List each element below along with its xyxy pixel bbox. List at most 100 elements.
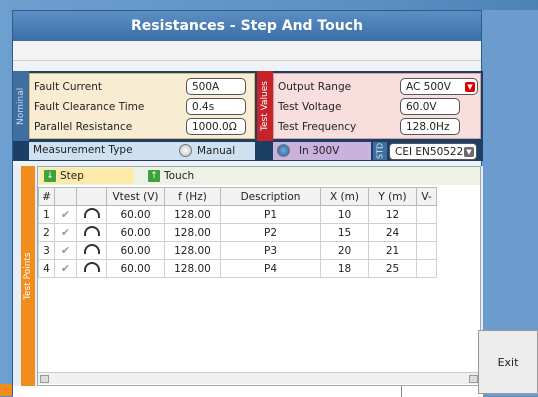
test-values-panel: Output Range AC 500V ▼ Test Voltage 60.0… [273,73,481,139]
measurement-type-label: Measurement Type [33,144,133,156]
cell-description: P2 [220,223,321,242]
scroll-left-icon[interactable] [40,375,49,383]
col-header-index[interactable]: # [38,187,55,206]
gauge-icon[interactable] [76,205,107,224]
gauge-icon[interactable] [76,241,107,260]
fault-clearance-time-field[interactable]: 0.4s [186,98,246,115]
status-strip [13,386,483,397]
output-range-label: Output Range [278,81,352,93]
table-row[interactable]: 3 ✔ 60.00 128.00 P3 20 21 [38,241,437,260]
cell-x: 20 [320,241,369,260]
cell-y: 21 [368,241,417,260]
cell-x: 15 [320,223,369,242]
table-row[interactable]: 2 ✔ 60.00 128.00 P2 15 24 [38,223,437,242]
test-points-table: # Vtest (V) f (Hz) Description X (m) Y (… [38,187,437,278]
test-frequency-field[interactable]: 128.0Hz [400,118,460,135]
gauge-icon[interactable] [76,259,107,278]
chevron-down-icon: ▼ [464,147,474,157]
cell-vtest: 60.00 [106,223,165,242]
nominal-panel: Fault Current 500A Fault Clearance Time … [29,73,255,139]
in300-radio-label: In 300V [299,145,340,157]
tab-step[interactable]: ↓ Step [40,168,134,184]
col-header-vtest[interactable]: Vtest (V) [106,187,165,206]
col-header-check[interactable] [54,187,77,206]
chevron-down-icon: ▼ [465,82,475,92]
settings-section: Nominal Fault Current 500A Fault Clearan… [13,71,483,161]
standard-value: CEI EN50522 [395,145,464,158]
cell-index: 2 [38,223,55,242]
toolbar-strip [13,41,481,61]
test-voltage-field[interactable]: 60.0V [400,98,460,115]
orange-corner-marker [0,384,12,396]
in300-option[interactable]: In 300V [273,142,371,160]
parallel-resistance-field[interactable]: 1000.0Ω [186,118,246,135]
test-points-section-label: Test Points [21,166,35,386]
test-voltage-label: Test Voltage [278,101,342,113]
output-range-value: AC 500V [406,80,451,93]
col-header-y[interactable]: Y (m) [368,187,417,206]
col-header-description[interactable]: Description [220,187,321,206]
check-icon[interactable]: ✔ [54,205,77,224]
nominal-section-label: Nominal [13,71,29,141]
cell-index: 4 [38,259,55,278]
check-icon[interactable]: ✔ [54,259,77,278]
cell-v [416,223,437,242]
fault-clearance-time-label: Fault Clearance Time [34,101,145,113]
main-window: Resistances - Step And Touch Nominal Fau… [12,10,483,397]
col-header-x[interactable]: X (m) [320,187,369,206]
cell-y: 12 [368,205,417,224]
cell-description: P4 [220,259,321,278]
col-header-gauge[interactable] [76,187,107,206]
test-points-section: Test Points ↓ Step ↑ Touch # Vtest (V) f… [13,166,483,386]
cell-vtest: 60.00 [106,259,165,278]
manual-radio[interactable] [179,144,192,157]
arrow-up-icon: ↑ [148,170,160,182]
standard-dropdown[interactable]: CEI EN50522 ▼ [389,143,477,160]
output-range-dropdown[interactable]: AC 500V ▼ [400,78,478,95]
cell-x: 18 [320,259,369,278]
exit-button[interactable]: Exit [478,330,538,394]
cell-index: 3 [38,241,55,260]
horizontal-scrollbar[interactable] [38,372,480,384]
test-values-section-label: Test Values [257,71,273,141]
tab-touch-label: Touch [164,170,195,182]
table-row[interactable]: 1 ✔ 60.00 128.00 P1 10 12 [38,205,437,224]
cell-v [416,259,437,278]
cell-description: P1 [220,205,321,224]
fault-current-label: Fault Current [34,81,102,93]
cell-f: 128.00 [164,223,221,242]
tab-touch[interactable]: ↑ Touch [148,168,228,184]
std-label: STD [373,142,387,160]
cell-x: 10 [320,205,369,224]
cell-vtest: 60.00 [106,241,165,260]
cell-f: 128.00 [164,259,221,278]
fault-current-field[interactable]: 500A [186,78,246,95]
measurement-type-row: Measurement Type Manual In 300V STD CEI … [13,141,483,161]
in300-radio[interactable] [277,144,290,157]
gauge-icon[interactable] [76,223,107,242]
col-header-f[interactable]: f (Hz) [164,187,221,206]
col-header-v[interactable]: V- [416,187,437,206]
cell-f: 128.00 [164,241,221,260]
cell-vtest: 60.00 [106,205,165,224]
table-row[interactable]: 4 ✔ 60.00 128.00 P4 18 25 [38,259,437,278]
cell-f: 128.00 [164,205,221,224]
test-points-panel: ↓ Step ↑ Touch # Vtest (V) f (Hz) Descri… [37,166,481,386]
cell-v [416,241,437,260]
tab-bar: ↓ Step ↑ Touch [38,167,480,185]
window-title: Resistances - Step And Touch [13,11,481,41]
test-frequency-label: Test Frequency [278,121,357,133]
check-icon[interactable]: ✔ [54,223,77,242]
table-header-row: # Vtest (V) f (Hz) Description X (m) Y (… [38,187,437,206]
divider [401,386,402,397]
cell-y: 25 [368,259,417,278]
measurement-type-panel: Measurement Type Manual [29,142,255,160]
cell-v [416,205,437,224]
check-icon[interactable]: ✔ [54,241,77,260]
cell-y: 24 [368,223,417,242]
parallel-resistance-label: Parallel Resistance [34,121,133,133]
arrow-down-icon: ↓ [44,170,56,182]
scroll-right-icon[interactable] [469,375,478,383]
manual-radio-label: Manual [197,145,236,157]
cell-description: P3 [220,241,321,260]
